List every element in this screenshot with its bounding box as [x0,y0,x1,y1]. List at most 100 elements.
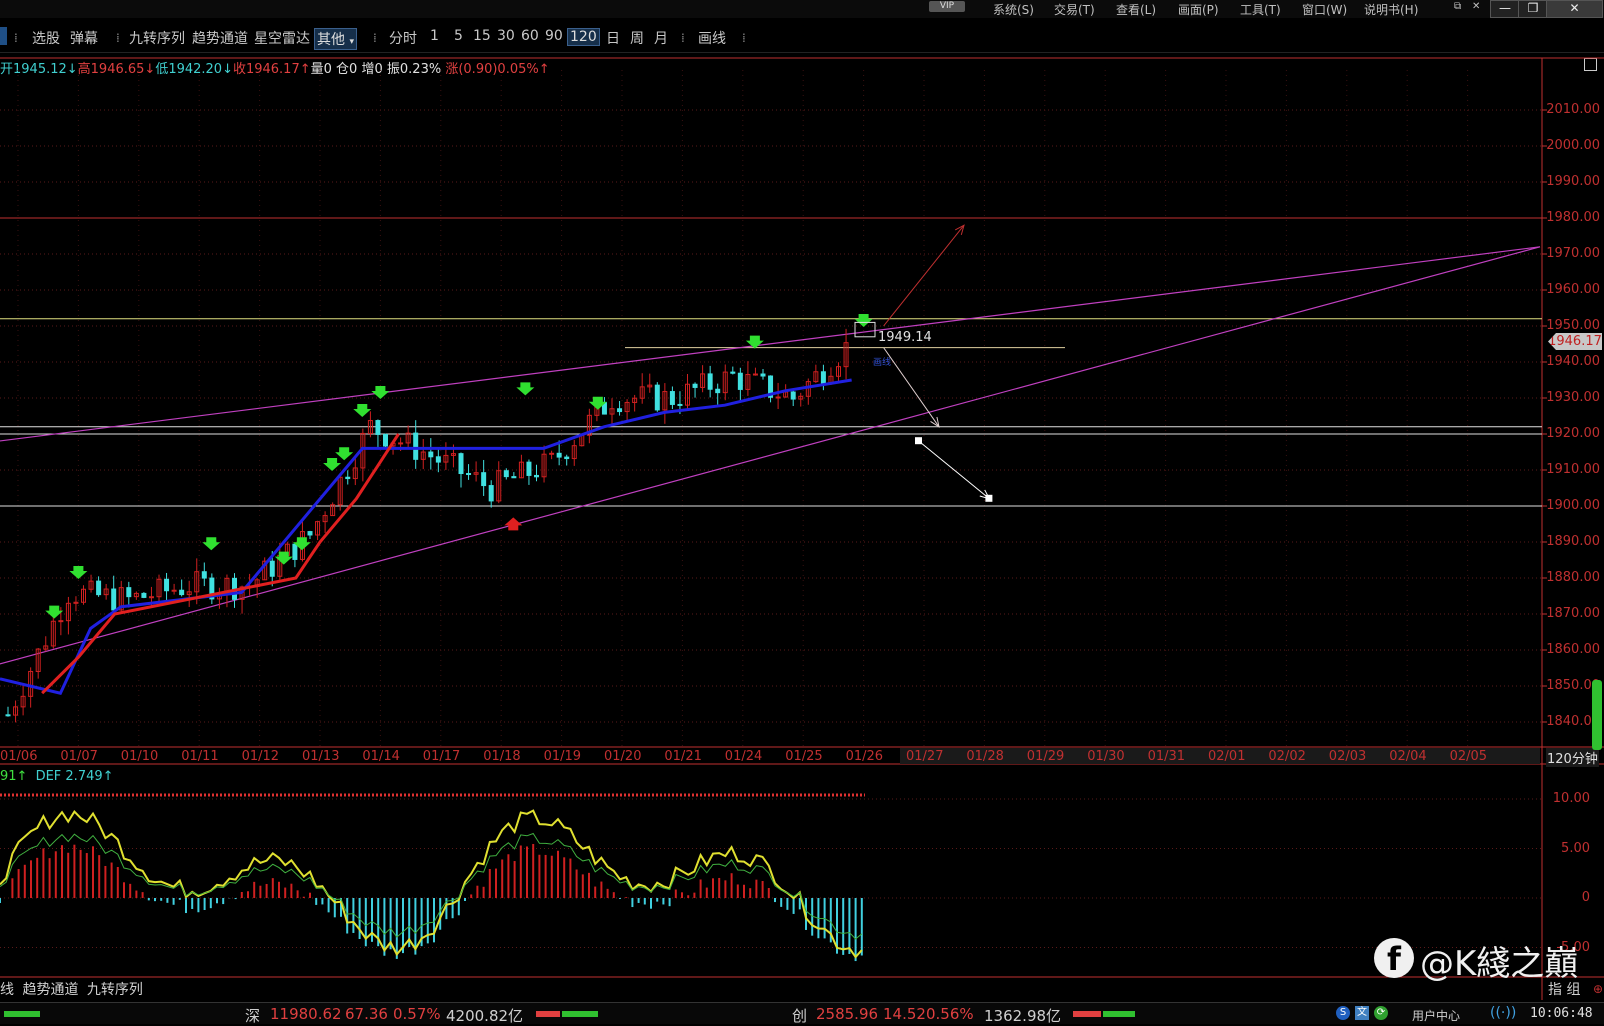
candle-body [617,408,623,413]
candle-body [511,476,517,479]
sz-change: 67.36 [345,1005,388,1023]
ma-red-line [41,433,400,695]
price-tick-label: 1950.00 [1546,318,1600,333]
date-tick-label: 01/24 [724,749,763,764]
candle-body [730,371,736,374]
indicator-tabs: 线 趋势通道 九转序列 [0,979,143,998]
candle-body [164,578,170,592]
date-tick-label: 01/18 [483,749,521,764]
date-tick-label: 01/07 [60,749,98,764]
projection-arrow [918,440,990,500]
sz-up-bar [536,1011,560,1017]
date-tick-label: 02/01 [1208,749,1246,764]
price-tick-label: 1870.00 [1546,606,1600,621]
date-tick-label: 01/27 [906,749,944,764]
candle-body [269,560,275,577]
green-signal-icon [202,537,221,551]
candle-body [292,543,298,560]
indicator-tick-label: 5.00 [1561,840,1590,856]
date-tick-label: 02/03 [1328,749,1367,764]
candle-body [171,589,177,592]
date-tick-label: 01/21 [664,749,702,764]
candle-body [111,588,117,611]
def-value: DEF 2.749↑ [35,769,114,784]
candle-body [534,474,539,478]
date-tick-label: 01/17 [422,749,461,764]
date-tick-label: 01/30 [1087,749,1125,764]
green-signal-icon [323,458,342,471]
diff-value: 91↑ [0,769,28,784]
kline-chart[interactable] [0,0,1604,1000]
peak-annotation: 1949.14 [878,330,932,345]
date-tick-label: 01/11 [181,749,219,764]
s-status-icon[interactable]: S [1336,1006,1350,1020]
scroll-handle[interactable] [1592,680,1602,750]
user-center-link[interactable]: 用户中心 [1412,1007,1460,1024]
small-text-annotation: 画线 [873,358,892,368]
news-status-icon[interactable]: 文 [1355,1006,1369,1020]
sz-pct: 0.57% [393,1005,441,1023]
candle-body [549,452,555,455]
date-tick-label: 02/05 [1449,749,1488,764]
candle-body [556,452,562,458]
candle-body [458,453,464,475]
candle-body [148,596,154,599]
date-tick-label: 01/20 [604,749,642,764]
price-tick-label: 1960.00 [1546,282,1600,297]
sz-index: 11980.62 [270,1005,342,1023]
date-tick-label: 01/06 [0,749,38,764]
cy-up-bar [1073,1011,1101,1017]
add-icon[interactable]: ⊕ [1593,982,1603,996]
candle-body [141,592,147,598]
price-tick-label: 1890.00 [1546,534,1600,549]
price-tick-label: 1920.00 [1546,426,1600,441]
green-signal-icon [371,386,390,399]
tab-line[interactable]: 线 [0,982,14,998]
candle-body [383,433,388,447]
date-tick-label: 01/12 [241,749,280,764]
arrow-anchor-start [915,437,922,445]
cy-pct: 0.56% [926,1005,974,1023]
clock-time: 10:06:48 [1530,1006,1593,1021]
candle-body [96,580,102,596]
date-tick-label: 01/10 [120,749,159,764]
candle-body [564,456,570,460]
signal-icon: ((·)) [1490,1005,1517,1021]
price-tick-label: 1970.00 [1546,246,1600,261]
tab-trend-channel[interactable]: 趋势通道 [22,982,78,998]
refresh-status-icon[interactable]: ⟳ [1374,1006,1388,1020]
candle-body [307,531,313,536]
date-tick-label: 01/29 [1026,749,1065,764]
current-price-tag: 1946.17 [1548,333,1602,350]
candle-body [413,432,419,460]
candle-body [503,470,509,478]
date-tick-label: 01/31 [1147,749,1186,764]
date-tick-label: 01/13 [302,749,340,764]
projection-arrow [883,347,940,428]
indicator-tick-label: 10.00 [1552,791,1590,806]
date-tick-label: 02/02 [1268,749,1306,764]
date-tick-label: 01/14 [362,749,400,764]
candle-body [677,403,683,406]
candle-body [654,384,660,411]
indicator-tick-label: 0 [1581,890,1590,905]
green-signal-icon [69,566,88,579]
indicator-header: 91↑ DEF 2.749↑ [0,769,114,784]
sz-bar-icon [4,1011,40,1017]
facebook-logo-icon: f [1374,938,1414,978]
candle-body [179,589,185,596]
period-badge: 120分钟 [1546,748,1599,767]
candle-body [345,476,351,480]
candle-body [669,391,675,405]
price-tick-label: 1940.00 [1546,354,1600,369]
price-tick-label: 2010.00 [1546,102,1600,117]
date-tick-label: 01/25 [785,749,823,764]
candle-body [707,373,713,390]
trendline [0,246,1541,442]
trendline [0,246,1541,665]
candle-body [760,373,766,377]
candle-body [526,461,532,476]
tab-nine-turn[interactable]: 九转序列 [87,982,143,998]
candle-body [820,371,826,385]
price-tick-label: 1980.00 [1546,210,1600,225]
